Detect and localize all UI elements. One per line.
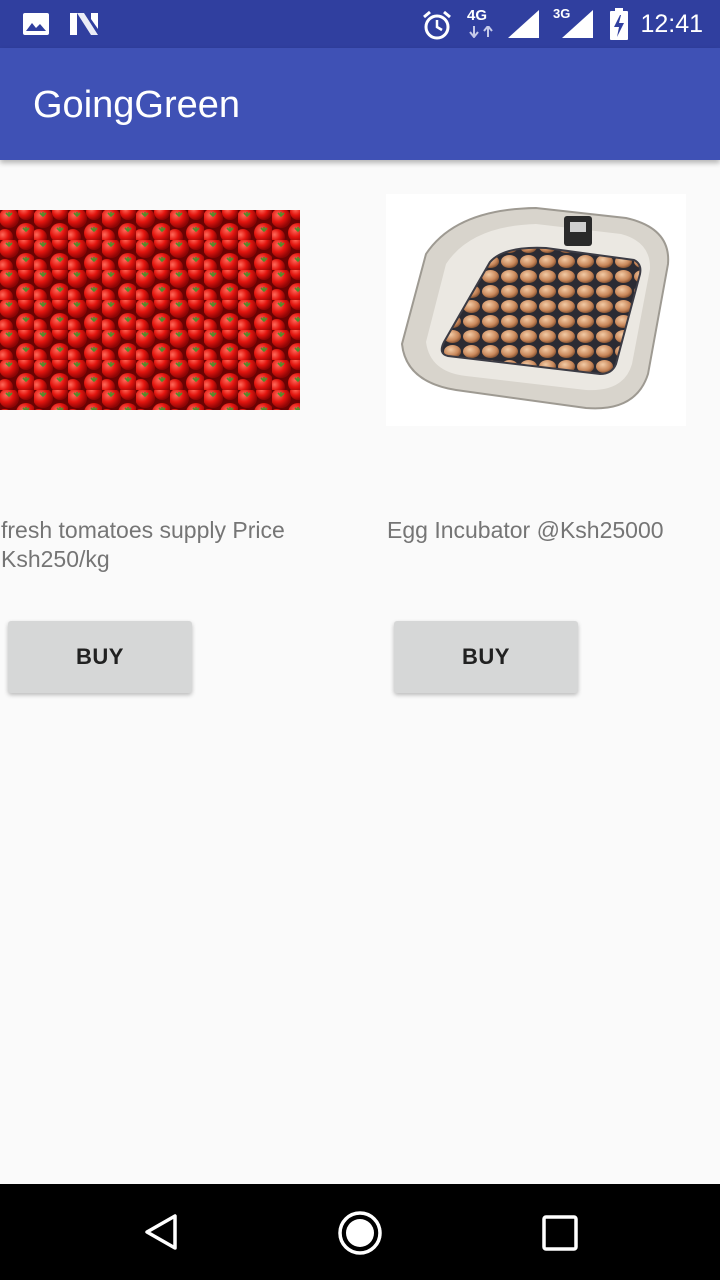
data-arrows-icon <box>469 26 493 38</box>
signal-icon-secondary <box>562 10 593 38</box>
signal-icon <box>508 10 539 38</box>
battery-charging-icon <box>610 8 628 40</box>
tomatoes-image <box>0 210 300 410</box>
status-bar: 4G 3G 12:41 <box>0 0 720 48</box>
buy-button-tomatoes[interactable]: BUY <box>8 621 192 693</box>
home-icon[interactable] <box>337 1210 383 1256</box>
back-icon[interactable] <box>141 1212 181 1252</box>
buy-button-incubator[interactable]: BUY <box>394 621 578 693</box>
egg-incubator-image <box>386 194 686 426</box>
product-description-tomatoes: fresh tomatoes supply Price Ksh250/kg <box>1 517 285 572</box>
status-time: 12:41 <box>640 10 703 38</box>
recents-icon[interactable] <box>541 1214 579 1252</box>
app-bar: GoingGreen <box>0 48 720 160</box>
n-notification-icon <box>70 13 98 35</box>
navigation-bar <box>0 1184 720 1280</box>
image-icon <box>23 13 49 35</box>
app-title: GoingGreen <box>33 84 241 126</box>
product-description-incubator: Egg Incubator @Ksh25000 <box>387 517 664 543</box>
alarm-icon <box>423 10 451 40</box>
network-type-primary: 4G <box>467 7 488 24</box>
